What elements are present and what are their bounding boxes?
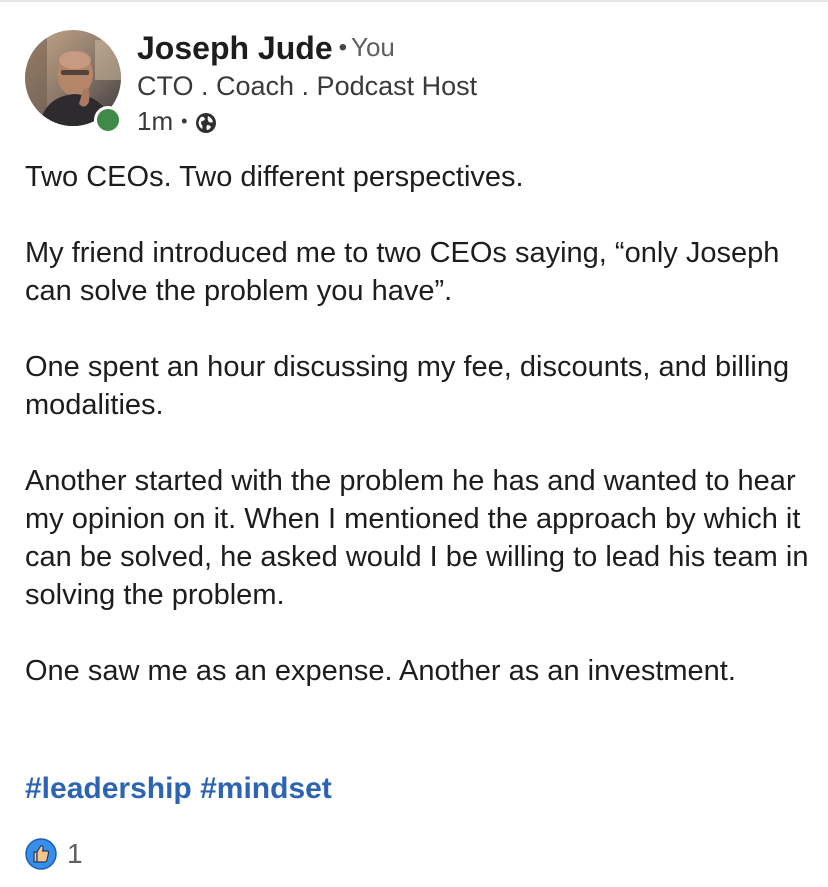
post-meta: 1m •: [137, 106, 217, 136]
hashtag-list: #leadership #mindset: [25, 770, 332, 808]
hashtag-link[interactable]: #leadership: [25, 772, 192, 805]
author-name-line: Joseph Jude • You: [137, 28, 395, 67]
relation-label: You: [351, 32, 395, 62]
post-paragraph: One spent an hour discussing my fee, dis…: [25, 351, 790, 421]
post-text: Two CEOs. Two different perspectives. My…: [25, 158, 815, 728]
author-avatar-wrap[interactable]: [25, 30, 125, 134]
post-paragraph: Two CEOs. Two different perspectives.: [25, 161, 524, 193]
author-headline: CTO . Coach . Podcast Host: [137, 71, 478, 101]
post-paragraph: Another started with the problem he has …: [25, 465, 809, 611]
relation-separator: •: [338, 34, 348, 61]
top-divider: [0, 0, 828, 2]
reaction-count[interactable]: 1: [67, 838, 83, 870]
post-paragraph: One saw me as an expense. Another as an …: [25, 655, 736, 687]
post-paragraph: My friend introduced me to two CEOs sayi…: [25, 237, 780, 307]
globe-icon: [195, 110, 217, 133]
author-name[interactable]: Joseph Jude: [137, 30, 333, 66]
post-time: 1m: [137, 106, 174, 136]
reactions-summary[interactable]: 1: [25, 836, 83, 872]
like-icon: [25, 838, 57, 870]
post-header: Joseph Jude • You CTO . Coach . Podcast Ho…: [25, 28, 805, 138]
meta-separator: •: [181, 111, 188, 131]
hashtag-link[interactable]: #mindset: [200, 772, 332, 805]
online-status-dot: [94, 106, 122, 134]
